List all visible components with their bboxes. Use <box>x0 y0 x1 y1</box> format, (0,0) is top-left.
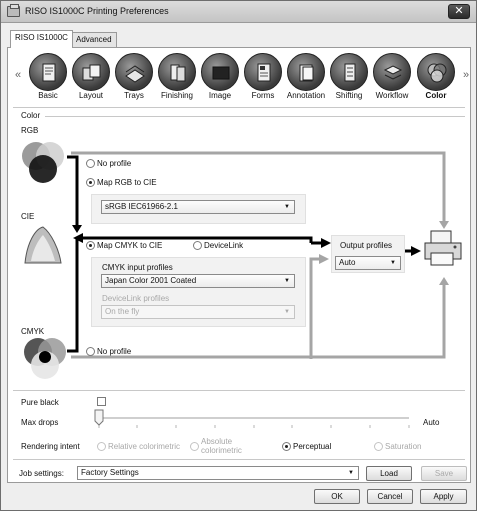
output-profiles-select[interactable]: Auto ▼ <box>335 256 401 270</box>
perceptual-label: Perceptual <box>293 442 332 451</box>
saturation-label: Saturation <box>385 442 422 451</box>
color-flow-diagram <box>67 151 449 359</box>
chevron-down-icon: ▼ <box>284 204 290 210</box>
divider <box>13 390 465 391</box>
job-settings-label: Job settings: <box>19 469 64 478</box>
output-profiles-value: Auto <box>339 258 356 267</box>
devicelink-profiles-select[interactable]: On the fly ▼ <box>101 305 295 319</box>
divider <box>13 459 465 460</box>
max-drops-slider[interactable] <box>93 407 413 431</box>
tab-riso-is1000c[interactable]: RISO IS1000C <box>10 30 73 48</box>
chevron-down-icon: ▼ <box>284 278 290 284</box>
devicelink-profiles-label: DeviceLink profiles <box>102 294 170 303</box>
rgb-no-profile-radio[interactable] <box>86 159 95 168</box>
map-rgb-to-cie-label: Map RGB to CIE <box>97 178 157 187</box>
chevron-down-icon: ▼ <box>284 309 290 315</box>
job-settings-value: Factory Settings <box>81 468 139 477</box>
map-rgb-to-cie-radio[interactable] <box>86 178 95 187</box>
cmyk-input-profiles-select[interactable]: Japan Color 2001 Coated ▼ <box>101 274 295 288</box>
max-drops-label: Max drops <box>21 418 59 427</box>
cmyk-input-profiles-label: CMYK input profiles <box>102 263 173 272</box>
map-cmyk-to-cie-radio[interactable] <box>86 241 95 250</box>
job-settings-select[interactable]: Factory Settings ▼ <box>77 466 359 480</box>
printer-icon <box>424 230 462 266</box>
devicelink-profiles-value: On the fly <box>105 307 140 316</box>
cancel-button[interactable]: Cancel <box>367 489 413 504</box>
save-button[interactable]: Save <box>421 466 467 481</box>
pure-black-checkbox[interactable] <box>97 397 106 406</box>
relative-colorimetric-radio[interactable] <box>97 442 106 451</box>
absolute-colorimetric-label: Absolute colorimetric <box>201 437 242 455</box>
relative-colorimetric-label: Relative colorimetric <box>108 442 181 451</box>
pure-black-label: Pure black <box>21 398 59 407</box>
cmyk-no-profile-radio[interactable] <box>86 347 95 356</box>
chevron-down-icon: ▼ <box>390 260 396 266</box>
cmyk-no-profile-label: No profile <box>97 347 132 356</box>
rgb-no-profile-label: No profile <box>97 159 132 168</box>
output-profiles-label: Output profiles <box>340 241 393 250</box>
devicelink-radio[interactable] <box>193 241 202 250</box>
map-cmyk-to-cie-label: Map CMYK to CIE <box>97 241 163 250</box>
rgb-profile-select[interactable]: sRGB IEC61966-2.1 ▼ <box>101 200 295 214</box>
load-button[interactable]: Load <box>366 466 412 481</box>
cmyk-input-profiles-value: Japan Color 2001 Coated <box>105 276 197 285</box>
chevron-down-icon: ▼ <box>348 470 354 476</box>
rendering-intent-label: Rendering intent <box>21 442 80 451</box>
saturation-radio[interactable] <box>374 442 383 451</box>
max-drops-value: Auto <box>423 418 440 427</box>
absolute-colorimetric-radio[interactable] <box>190 442 199 451</box>
apply-button[interactable]: Apply <box>420 489 467 504</box>
printing-preferences-window: RISO IS1000C Printing Preferences ✕ RISO… <box>0 0 477 511</box>
devicelink-label: DeviceLink <box>204 241 244 250</box>
perceptual-radio[interactable] <box>282 442 291 451</box>
ok-button[interactable]: OK <box>314 489 360 504</box>
rgb-profile-value: sRGB IEC61966-2.1 <box>105 202 178 211</box>
